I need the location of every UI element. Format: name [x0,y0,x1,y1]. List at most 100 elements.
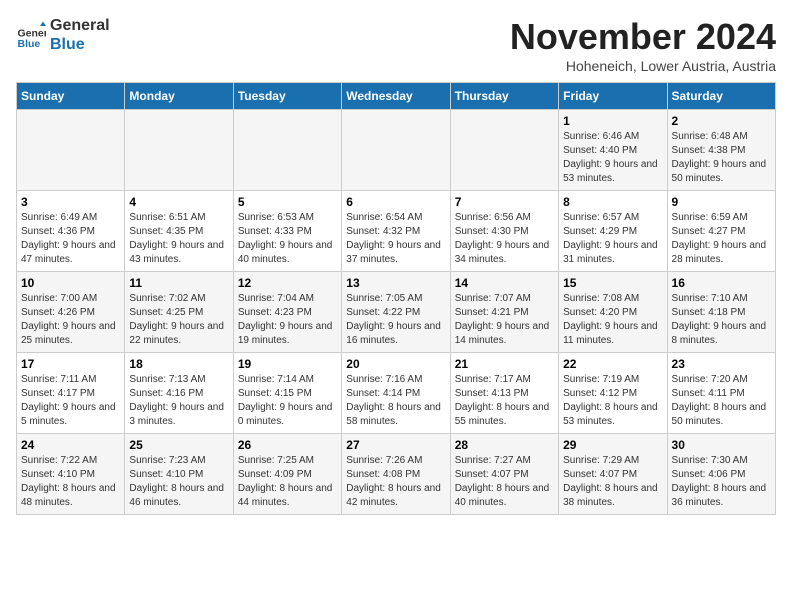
day-number: 20 [346,357,445,371]
day-cell: 28Sunrise: 7:27 AMSunset: 4:07 PMDayligh… [450,434,558,515]
day-cell: 11 Sunrise: 7:02 AMSunset: 4:25 PMDayligh… [125,272,233,353]
week-row-2: 3Sunrise: 6:49 AMSunset: 4:36 PMDaylight… [17,191,776,272]
day-info: Sunrise: 7:26 AMSunset: 4:08 PMDaylight:… [346,454,445,510]
day-cell [450,110,558,191]
header-sunday: Sunday [17,83,125,110]
day-number: 30 [672,438,771,452]
day-cell: 27 Sunrise: 7:26 AMSunset: 4:08 PMDayligh… [342,434,450,515]
day-info: Sunrise: 7:22 AMSunset: 4:10 PMDaylight:… [21,454,120,510]
day-number: 28 [455,438,554,452]
day-number: 16 [672,276,771,290]
day-number: 24 [21,438,120,452]
day-cell: 13 Sunrise: 7:05 AMSunset: 4:22 PMDayligh… [342,272,450,353]
day-info: Sunrise: 7:00 AMSunset: 4:26 PMDaylight:… [21,292,120,348]
day-info: Sunrise: 7:14 AMSunset: 4:15 PMDaylight:… [238,373,337,429]
day-info: Sunrise: 7:29 AMSunset: 4:07 PMDaylight:… [563,454,662,510]
day-info: Sunrise: 7:20 AMSunset: 4:11 PMDaylight:… [672,373,771,429]
day-cell: 9 Sunrise: 6:59 AMSunset: 4:27 PMDaylight… [667,191,775,272]
day-info: Sunrise: 7:30 AMSunset: 4:06 PMDaylight:… [672,454,771,510]
day-number: 18 [129,357,228,371]
day-cell [125,110,233,191]
header-tuesday: Tuesday [233,83,341,110]
day-cell: 23 Sunrise: 7:20 AMSunset: 4:11 PMDayligh… [667,353,775,434]
subtitle: Hoheneich, Lower Austria, Austria [510,58,776,74]
day-cell: 26 Sunrise: 7:25 AMSunset: 4:09 PMDayligh… [233,434,341,515]
calendar-header-row: SundayMondayTuesdayWednesdayThursdayFrid… [17,83,776,110]
header: General Blue General Blue November 2024 … [16,16,776,74]
logo-icon: General Blue [16,20,46,50]
day-cell: 12 Sunrise: 7:04 AMSunset: 4:23 PMDayligh… [233,272,341,353]
day-cell: 15Sunrise: 7:08 AMSunset: 4:20 PMDayligh… [559,272,667,353]
day-cell: 1 Sunrise: 6:46 AMSunset: 4:40 PMDaylight… [559,110,667,191]
day-number: 12 [238,276,337,290]
day-cell: 29 Sunrise: 7:29 AMSunset: 4:07 PMDayligh… [559,434,667,515]
day-cell: 7 Sunrise: 6:56 AMSunset: 4:30 PMDaylight… [450,191,558,272]
day-number: 9 [672,195,771,209]
header-friday: Friday [559,83,667,110]
day-cell [342,110,450,191]
day-info: Sunrise: 7:17 AMSunset: 4:13 PMDaylight:… [455,373,554,429]
svg-text:Blue: Blue [18,38,41,50]
day-info: Sunrise: 7:05 AMSunset: 4:22 PMDaylight:… [346,292,445,348]
day-number: 14 [455,276,554,290]
day-info: Sunrise: 6:57 AMSunset: 4:29 PMDaylight:… [563,211,662,267]
day-cell: 18 Sunrise: 7:13 AMSunset: 4:16 PMDayligh… [125,353,233,434]
day-number: 21 [455,357,554,371]
day-number: 23 [672,357,771,371]
day-cell: 3Sunrise: 6:49 AMSunset: 4:36 PMDaylight… [17,191,125,272]
day-cell: 4Sunrise: 6:51 AMSunset: 4:35 PMDaylight… [125,191,233,272]
day-cell: 8 Sunrise: 6:57 AMSunset: 4:29 PMDaylight… [559,191,667,272]
day-cell: 24 Sunrise: 7:22 AMSunset: 4:10 PMDayligh… [17,434,125,515]
day-number: 7 [455,195,554,209]
day-info: Sunrise: 7:08 AMSunset: 4:20 PMDaylight:… [563,292,662,348]
day-info: Sunrise: 7:13 AMSunset: 4:16 PMDaylight:… [129,373,228,429]
day-cell: 19 Sunrise: 7:14 AMSunset: 4:15 PMDayligh… [233,353,341,434]
day-info: Sunrise: 6:56 AMSunset: 4:30 PMDaylight:… [455,211,554,267]
day-number: 8 [563,195,662,209]
day-number: 19 [238,357,337,371]
day-info: Sunrise: 7:02 AMSunset: 4:25 PMDaylight:… [129,292,228,348]
logo: General Blue General Blue [16,16,110,54]
logo-blue: Blue [50,35,110,54]
day-number: 5 [238,195,337,209]
day-number: 29 [563,438,662,452]
day-info: Sunrise: 6:49 AMSunset: 4:36 PMDaylight:… [21,211,120,267]
day-number: 11 [129,276,228,290]
day-info: Sunrise: 6:54 AMSunset: 4:32 PMDaylight:… [346,211,445,267]
day-info: Sunrise: 6:48 AMSunset: 4:38 PMDaylight:… [672,130,771,186]
day-info: Sunrise: 6:46 AMSunset: 4:40 PMDaylight:… [563,130,662,186]
day-cell: 21 Sunrise: 7:17 AMSunset: 4:13 PMDayligh… [450,353,558,434]
day-info: Sunrise: 7:25 AMSunset: 4:09 PMDaylight:… [238,454,337,510]
day-info: Sunrise: 7:19 AMSunset: 4:12 PMDaylight:… [563,373,662,429]
day-number: 27 [346,438,445,452]
day-cell: 16 Sunrise: 7:10 AMSunset: 4:18 PMDayligh… [667,272,775,353]
calendar-body: 1 Sunrise: 6:46 AMSunset: 4:40 PMDaylight… [17,110,776,515]
day-cell [17,110,125,191]
calendar-table: SundayMondayTuesdayWednesdayThursdayFrid… [16,82,776,515]
header-thursday: Thursday [450,83,558,110]
day-number: 6 [346,195,445,209]
week-row-3: 10Sunrise: 7:00 AMSunset: 4:26 PMDayligh… [17,272,776,353]
logo-general: General [50,16,110,35]
day-cell: 20Sunrise: 7:16 AMSunset: 4:14 PMDayligh… [342,353,450,434]
day-number: 1 [563,114,662,128]
day-info: Sunrise: 6:53 AMSunset: 4:33 PMDaylight:… [238,211,337,267]
day-cell: 5 Sunrise: 6:53 AMSunset: 4:33 PMDaylight… [233,191,341,272]
day-number: 17 [21,357,120,371]
day-info: Sunrise: 6:59 AMSunset: 4:27 PMDaylight:… [672,211,771,267]
day-cell: 10Sunrise: 7:00 AMSunset: 4:26 PMDayligh… [17,272,125,353]
day-info: Sunrise: 7:10 AMSunset: 4:18 PMDaylight:… [672,292,771,348]
day-cell: 22 Sunrise: 7:19 AMSunset: 4:12 PMDayligh… [559,353,667,434]
week-row-1: 1 Sunrise: 6:46 AMSunset: 4:40 PMDaylight… [17,110,776,191]
day-number: 13 [346,276,445,290]
day-info: Sunrise: 7:04 AMSunset: 4:23 PMDaylight:… [238,292,337,348]
month-title: November 2024 [510,16,776,58]
day-info: Sunrise: 7:23 AMSunset: 4:10 PMDaylight:… [129,454,228,510]
day-cell: 2Sunrise: 6:48 AMSunset: 4:38 PMDaylight… [667,110,775,191]
header-saturday: Saturday [667,83,775,110]
day-info: Sunrise: 7:11 AMSunset: 4:17 PMDaylight:… [21,373,120,429]
day-number: 26 [238,438,337,452]
day-number: 22 [563,357,662,371]
week-row-4: 17 Sunrise: 7:11 AMSunset: 4:17 PMDayligh… [17,353,776,434]
header-wednesday: Wednesday [342,83,450,110]
